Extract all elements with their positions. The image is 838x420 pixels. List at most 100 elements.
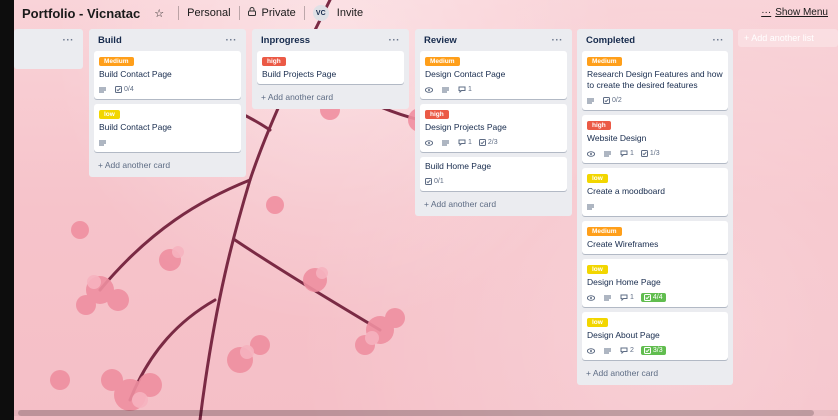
comments-badge: 2 xyxy=(620,347,634,354)
checklist-badge: 0/4 xyxy=(115,86,134,93)
checklist-icon xyxy=(115,86,122,93)
comments-badge: 1 xyxy=(458,139,472,146)
checklist-complete-badge: 4/4 xyxy=(640,293,666,302)
list-title[interactable]: Completed xyxy=(586,35,635,46)
card-title: Build Contact Page xyxy=(99,69,172,79)
card[interactable]: Medium Research Design Features and how … xyxy=(582,51,728,110)
label-high: high xyxy=(425,110,449,119)
label-medium: Medium xyxy=(587,57,622,66)
add-card-button[interactable]: + Add another card xyxy=(257,89,404,105)
label-low: low xyxy=(587,174,608,183)
comment-icon xyxy=(620,347,628,354)
card-title: Build Home Page xyxy=(425,161,492,171)
checklist-badge: 2/3 xyxy=(478,139,498,146)
card[interactable]: Medium Create Wireframes xyxy=(582,221,728,254)
description-icon xyxy=(442,87,451,93)
description-icon xyxy=(99,140,108,146)
add-card-button[interactable]: + Add another card xyxy=(582,365,728,381)
checklist-badge: 1/3 xyxy=(640,150,660,157)
board-title[interactable]: Portfolio - Vicnatac xyxy=(22,6,140,21)
comments-badge: 1 xyxy=(620,294,634,301)
list-menu-icon[interactable]: ··· xyxy=(63,35,75,46)
card-title: Research Design Features and how to crea… xyxy=(587,69,723,90)
comment-icon xyxy=(620,150,628,157)
description-icon xyxy=(604,348,613,354)
watch-eye-icon xyxy=(587,294,597,301)
label-low: low xyxy=(99,110,120,119)
show-menu-label: Show Menu xyxy=(775,7,828,18)
comment-icon xyxy=(620,294,628,301)
list-menu-icon[interactable]: ··· xyxy=(226,35,238,46)
comments-badge: 1 xyxy=(620,150,634,157)
card[interactable]: Medium Build Contact Page 0/4 xyxy=(94,51,241,99)
card-title: Build Projects Page xyxy=(262,69,337,79)
scrollbar-thumb[interactable] xyxy=(18,410,814,416)
add-card-button[interactable]: + Add another card xyxy=(94,157,241,173)
privacy-button[interactable]: Private xyxy=(262,7,296,19)
description-icon xyxy=(604,295,613,301)
card[interactable]: low Create a moodboard xyxy=(582,168,728,216)
checklist-badge: 0/2 xyxy=(603,97,622,104)
watch-eye-icon xyxy=(587,150,597,157)
checklist-icon xyxy=(643,347,651,354)
label-high: high xyxy=(587,121,611,130)
comment-icon xyxy=(458,139,466,146)
list-title[interactable]: Build xyxy=(98,35,122,46)
description-icon xyxy=(604,151,613,157)
comment-icon xyxy=(458,86,466,93)
card-title: Design About Page xyxy=(587,330,660,340)
card[interactable]: high Website Design 1 1/3 xyxy=(582,115,728,163)
label-medium: Medium xyxy=(425,57,460,66)
avatar[interactable]: VC xyxy=(312,5,329,21)
star-icon[interactable]: ☆ xyxy=(154,7,164,20)
card[interactable]: high Build Projects Page xyxy=(257,51,404,84)
card-title: Create Wireframes xyxy=(587,239,659,249)
horizontal-scrollbar[interactable] xyxy=(14,410,838,416)
add-list-button[interactable]: + Add another list xyxy=(738,29,838,47)
description-icon xyxy=(587,204,596,210)
list-completed: Completed ··· Medium Research Design Fea… xyxy=(577,29,733,385)
watch-eye-icon xyxy=(425,139,435,146)
label-low: low xyxy=(587,265,608,274)
card[interactable]: low Build Contact Page xyxy=(94,104,241,152)
card[interactable]: high Design Projects Page 1 2/3 xyxy=(420,104,567,152)
description-icon xyxy=(587,98,596,104)
lock-icon xyxy=(247,7,256,19)
card[interactable]: Medium Design Contact Page 1 xyxy=(420,51,567,99)
list-inprogress: Inprogress ··· high Build Projects Page … xyxy=(252,29,409,109)
card[interactable]: Build Home Page 0/1 xyxy=(420,157,567,191)
checklist-icon xyxy=(643,294,651,301)
add-card-button[interactable]: + Add another card xyxy=(420,196,567,212)
card-title: Design Projects Page xyxy=(425,122,507,132)
list-title[interactable]: Review xyxy=(424,35,457,46)
card-title: Create a moodboard xyxy=(587,186,665,196)
window-left-edge xyxy=(0,0,14,420)
show-menu-button[interactable]: ··· Show Menu xyxy=(761,7,828,18)
header-divider xyxy=(238,6,240,20)
description-icon xyxy=(442,140,451,146)
card[interactable]: low Design About Page 2 3/3 xyxy=(582,312,728,360)
team-visibility-button[interactable]: Personal xyxy=(187,7,230,19)
watch-eye-icon xyxy=(587,347,597,354)
list-build: Build ··· Medium Build Contact Page 0/4 … xyxy=(89,29,246,177)
list-review: Review ··· Medium Design Contact Page 1 … xyxy=(415,29,572,216)
list-menu-icon[interactable]: ··· xyxy=(389,35,401,46)
card-title: Build Contact Page xyxy=(99,122,172,132)
card-title: Design Contact Page xyxy=(425,69,506,79)
invite-button[interactable]: Invite xyxy=(337,7,363,19)
list-title[interactable]: Inprogress xyxy=(261,35,310,46)
header-divider xyxy=(303,6,305,20)
card-title: Website Design xyxy=(587,133,647,143)
checklist-icon xyxy=(478,139,486,146)
list-menu-icon[interactable]: ··· xyxy=(552,35,564,46)
checklist-badge: 0/1 xyxy=(425,178,444,185)
label-medium: Medium xyxy=(587,227,622,236)
label-medium: Medium xyxy=(99,57,134,66)
checklist-complete-badge: 3/3 xyxy=(640,346,666,355)
checklist-icon xyxy=(603,97,610,104)
list-menu-icon[interactable]: ··· xyxy=(713,35,725,46)
card[interactable]: low Design Home Page 1 4/4 xyxy=(582,259,728,307)
checklist-icon xyxy=(640,150,648,157)
label-low: low xyxy=(587,318,608,327)
label-high: high xyxy=(262,57,286,66)
